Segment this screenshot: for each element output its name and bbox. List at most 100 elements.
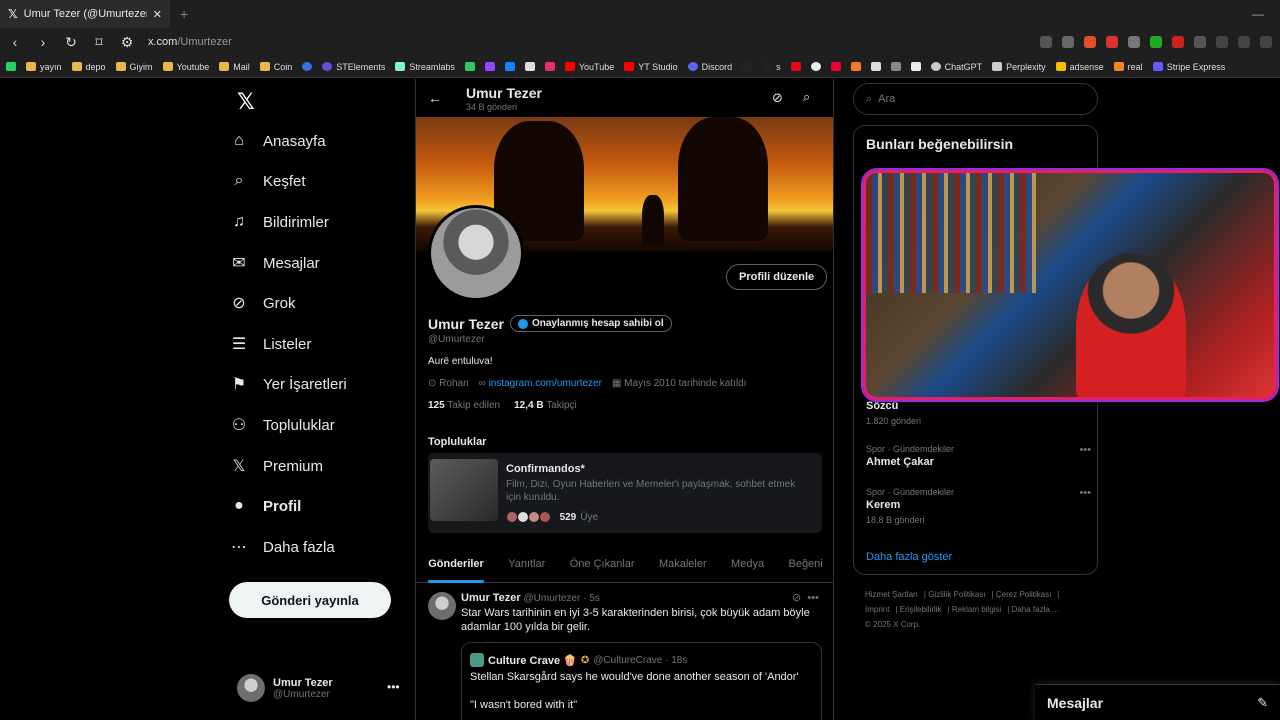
- bookmark-item[interactable]: [544, 62, 555, 71]
- trend-item[interactable]: Spor · Gündemdekiler Ahmet Çakar •••: [866, 444, 1091, 468]
- extension-icon[interactable]: [1106, 36, 1118, 48]
- bookmark-item[interactable]: yayın: [26, 62, 62, 72]
- post-button[interactable]: Gönderi yayınla: [229, 582, 391, 618]
- footer-link[interactable]: Daha fazla ...: [1012, 605, 1059, 614]
- bookmark-item[interactable]: s: [762, 62, 781, 72]
- tab-likes[interactable]: Beğeni: [788, 545, 822, 583]
- footer-link[interactable]: Çerez Politikası: [996, 590, 1052, 599]
- bookmark-item[interactable]: [302, 62, 313, 71]
- extension-icon[interactable]: [1172, 36, 1184, 48]
- trend-item[interactable]: Spor · Gündemdekiler Kerem 18,8 B gönder…: [866, 487, 1091, 525]
- messages-drawer[interactable]: Mesajlar ✎: [1035, 684, 1280, 720]
- profile-avatar[interactable]: [428, 205, 524, 301]
- extension-icon[interactable]: [1040, 36, 1052, 48]
- quoted-tweet[interactable]: Culture Crave 🍿 ✪ @CultureCrave · 18s Stel…: [461, 642, 822, 720]
- minimize-icon[interactable]: —: [1252, 7, 1264, 21]
- bookmark-item[interactable]: [870, 62, 881, 71]
- nav-home[interactable]: ⌂ Anasayfa: [229, 126, 325, 156]
- footer-link[interactable]: Gizlilik Politikası: [928, 590, 985, 599]
- back-icon[interactable]: ‹: [8, 34, 22, 50]
- extension-icon[interactable]: [1194, 36, 1206, 48]
- bookmark-item[interactable]: [890, 62, 901, 71]
- bookmark-item[interactable]: YouTube: [564, 62, 614, 72]
- bookmark-item[interactable]: STElements: [322, 62, 385, 72]
- bookmark-item[interactable]: Mail: [219, 62, 250, 72]
- bookmark-item[interactable]: YT Studio: [624, 62, 678, 72]
- tab-replies[interactable]: Yanıtlar: [508, 545, 545, 583]
- more-dots-icon[interactable]: •••: [387, 680, 400, 694]
- bookmark-icon[interactable]: ⌑: [92, 34, 106, 51]
- footer-link[interactable]: Imprint: [865, 605, 889, 614]
- bookmark-item[interactable]: [830, 62, 841, 71]
- tweet-author[interactable]: Umur Tezer: [461, 592, 521, 604]
- nav-explore[interactable]: ⌕ Keşfet: [229, 166, 306, 196]
- reload-icon[interactable]: ↻: [64, 34, 78, 51]
- show-more-link[interactable]: Daha fazla göster: [866, 551, 952, 563]
- bookmark-item[interactable]: [810, 62, 821, 71]
- extension-icon[interactable]: [1150, 36, 1162, 48]
- nav-more[interactable]: ⋯ Daha fazla: [229, 532, 335, 562]
- bookmark-item[interactable]: [6, 62, 16, 71]
- bookmark-item[interactable]: [484, 62, 495, 71]
- new-message-icon[interactable]: ✎: [1257, 695, 1268, 711]
- bookmark-item[interactable]: depo: [71, 62, 106, 72]
- tab-highlights[interactable]: Öne Çıkanlar: [570, 545, 635, 583]
- tab-posts[interactable]: Gönderiler: [428, 545, 484, 583]
- profile-icon[interactable]: [1260, 36, 1272, 48]
- more-dots-icon[interactable]: •••: [1079, 487, 1091, 499]
- bookmark-item[interactable]: Discord: [687, 62, 732, 72]
- search-icon[interactable]: ⌕: [803, 89, 810, 105]
- url-field[interactable]: x.com/Umurtezer: [148, 36, 232, 48]
- nav-messages[interactable]: ✉ Mesajlar: [229, 248, 319, 278]
- edit-profile-button[interactable]: Profili düzenle: [726, 264, 828, 290]
- following-link[interactable]: 125 Takip edilen: [428, 400, 500, 411]
- nav-communities[interactable]: ⚇ Topluluklar: [229, 410, 335, 440]
- search-input[interactable]: ⌕ Ara: [853, 83, 1098, 115]
- bookmark-item[interactable]: [910, 62, 921, 71]
- more-dots-icon[interactable]: •••: [807, 592, 819, 604]
- extension-icon[interactable]: [1216, 36, 1228, 48]
- get-verified-button[interactable]: Onaylanmış hesap sahibi ol: [509, 315, 672, 332]
- tweet-options[interactable]: ⊘ •••: [792, 591, 819, 604]
- tab-media[interactable]: Medya: [731, 545, 764, 583]
- bookmark-item[interactable]: ChatGPT: [930, 62, 982, 72]
- nav-lists[interactable]: ☰ Listeler: [229, 329, 312, 359]
- sidebar-toggle-icon[interactable]: [1238, 36, 1250, 48]
- nav-grok[interactable]: ⊘ Grok: [229, 288, 295, 318]
- bookmark-item[interactable]: adsense: [1055, 62, 1104, 72]
- footer-link[interactable]: Erişilebilirlik: [900, 605, 942, 614]
- footer-link[interactable]: Hizmet Şartları: [865, 590, 918, 599]
- grok-icon[interactable]: ⊘: [792, 592, 801, 604]
- back-arrow-icon[interactable]: ←: [428, 90, 442, 106]
- close-tab-icon[interactable]: ✕: [153, 8, 162, 21]
- bookmark-item[interactable]: Youtube: [162, 62, 209, 72]
- footer-link[interactable]: Reklam bilgisi: [952, 605, 1001, 614]
- bookmark-item[interactable]: Stripe Express: [1152, 62, 1225, 72]
- nav-profile[interactable]: ● Profil: [229, 491, 301, 521]
- bookmark-item[interactable]: Giyim: [115, 62, 153, 72]
- browser-tab[interactable]: 𝕏 Umur Tezer (@Umurtezer) / X ✕: [0, 0, 170, 28]
- more-dots-icon[interactable]: •••: [1079, 444, 1091, 456]
- grok-icon[interactable]: ⊘: [772, 90, 783, 106]
- nav-notifications[interactable]: ♫ Bildirimler: [229, 207, 329, 237]
- extension-icon[interactable]: [1084, 36, 1096, 48]
- website-link[interactable]: instagram.com/umurtezer: [489, 378, 602, 389]
- new-tab-icon[interactable]: +: [180, 6, 188, 22]
- account-switcher[interactable]: Umur Tezer @Umurtezer •••: [237, 674, 400, 702]
- followers-link[interactable]: 12,4 B Takipçi: [514, 400, 577, 411]
- community-card[interactable]: Confirmandos* Film, Dizi, Oyun Haberleri…: [428, 453, 822, 533]
- nav-bookmarks[interactable]: ⚑ Yer İşaretleri: [229, 369, 347, 399]
- bookmark-item[interactable]: [790, 62, 801, 71]
- bookmark-item[interactable]: [504, 62, 515, 71]
- bookmark-item[interactable]: [524, 62, 535, 71]
- tab-articles[interactable]: Makaleler: [659, 545, 707, 583]
- tweet[interactable]: Umur Tezer @Umurtezer · 5s ⊘ ••• Star Wa…: [416, 584, 833, 720]
- trend-item[interactable]: Sözcü 1.820 gönderi: [866, 398, 1091, 426]
- bookmark-item[interactable]: [850, 62, 861, 71]
- avatar[interactable]: [428, 592, 456, 620]
- nav-premium[interactable]: 𝕏 Premium: [229, 451, 323, 481]
- forward-icon[interactable]: ›: [36, 34, 50, 50]
- bookmark-item[interactable]: [464, 62, 475, 71]
- bookmark-item[interactable]: Perplexity: [992, 62, 1046, 72]
- x-logo-icon[interactable]: 𝕏: [237, 89, 255, 115]
